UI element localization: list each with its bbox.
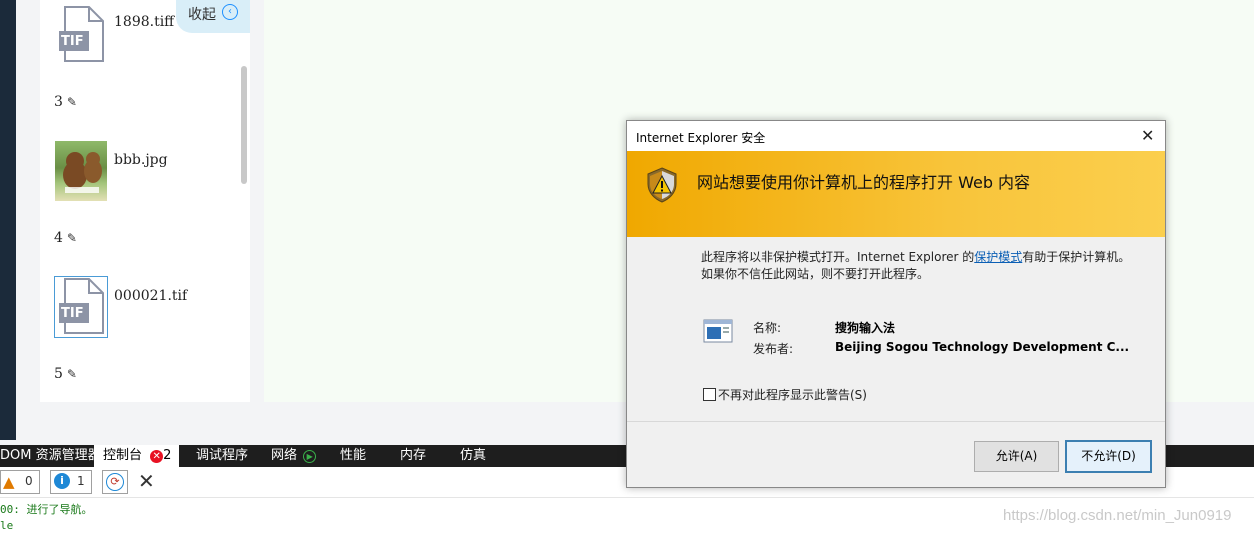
close-icon[interactable]: ✕ <box>1141 126 1154 145</box>
console-log-line: le <box>0 519 14 532</box>
item-number-text: 4 <box>54 230 63 246</box>
collapse-button[interactable]: 收起 ‹ <box>176 0 250 33</box>
tab-network[interactable]: 网络 ▶ <box>271 445 317 467</box>
dialog-warning-banner: 网站想要使用你计算机上的程序打开 Web 内容 <box>627 151 1165 237</box>
publisher-value: Beijing Sogou Technology Development C..… <box>835 340 1130 354</box>
item-number-text: 3 <box>54 94 63 110</box>
ie-security-dialog: Internet Explorer 安全 ✕ 网站想要使用你计算机上的程序打开 … <box>626 120 1166 488</box>
toolbar-separator <box>0 497 1254 498</box>
tab-console-label: 控制台 <box>103 448 143 463</box>
program-name-value: 搜狗输入法 <box>835 321 896 335</box>
error-icon: ✕ <box>150 450 164 463</box>
info-filter-button[interactable]: i 1 <box>50 470 92 494</box>
dont-show-again-label[interactable]: 不再对此程序显示此警告(S) <box>718 386 867 403</box>
item-number: 3 ✎ <box>54 94 77 110</box>
program-name-label: 名称: <box>753 321 782 335</box>
allow-button[interactable]: 允许(A) <box>974 441 1059 472</box>
pencil-icon[interactable]: ✎ <box>67 95 77 109</box>
item-number-text: 5 <box>54 366 63 382</box>
file-name[interactable]: 000021.tif <box>114 288 187 304</box>
file-list-scrollbar[interactable] <box>241 66 247 184</box>
pencil-icon[interactable]: ✎ <box>67 231 77 245</box>
file-icon-tif-selected[interactable]: TIF <box>54 276 108 338</box>
tif-badge-label: TIF <box>61 34 84 49</box>
navigate-clear-icon: ⟳ <box>106 473 124 491</box>
dialog-separator <box>627 421 1165 422</box>
warning-count: 0 <box>25 474 33 488</box>
console-log-line: 00: 进行了导航。 <box>0 503 93 516</box>
file-name[interactable]: bbb.jpg <box>114 152 168 168</box>
file-name[interactable]: 1898.tiff <box>114 14 174 30</box>
image-thumbnail[interactable] <box>55 141 107 201</box>
tab-network-label: 网络 <box>271 448 298 463</box>
panel-divider <box>250 0 264 402</box>
file-icon-tif[interactable]: TIF <box>55 5 107 69</box>
bear-thumbnail-image <box>63 152 102 193</box>
description-line2: 如果你不信任此网站，则不要打开此程序。 <box>701 267 930 281</box>
security-shield-icon <box>647 167 677 203</box>
dialog-heading: 网站想要使用你计算机上的程序打开 Web 内容 <box>697 173 1031 192</box>
tif-badge-label: TIF <box>61 306 84 321</box>
dialog-title-bar: Internet Explorer 安全 ✕ <box>627 121 1165 151</box>
deny-button[interactable]: 不允许(D) <box>1065 440 1152 473</box>
description-line1-suffix: 有助于保护计算机。 <box>1022 250 1131 264</box>
left-dark-strip <box>0 0 16 440</box>
clear-console-icon[interactable]: ✕ <box>138 469 155 493</box>
pencil-icon[interactable]: ✎ <box>67 367 77 381</box>
publisher-label: 发布者: <box>753 342 794 356</box>
program-window-icon <box>703 319 733 343</box>
collapse-label: 收起 <box>188 7 216 23</box>
record-play-icon: ▶ <box>303 450 317 463</box>
dialog-title: Internet Explorer 安全 <box>636 131 766 145</box>
tab-memory[interactable]: 内存 <box>400 445 426 467</box>
tab-console[interactable]: 控制台 ✕ 2 <box>103 445 171 467</box>
warning-icon: ▲ <box>3 473 15 491</box>
chevron-left-circle-icon: ‹ <box>222 4 238 20</box>
item-number: 4 ✎ <box>54 230 77 246</box>
info-count: 1 <box>77 474 85 488</box>
description-line1-prefix: 此程序将以非保护模式打开。Internet Explorer 的 <box>701 250 975 264</box>
item-number: 5 ✎ <box>54 366 77 382</box>
clear-on-navigate-button[interactable]: ⟳ <box>102 470 128 494</box>
warnings-filter-button[interactable]: ▲ 0 <box>0 470 40 494</box>
info-icon: i <box>54 473 70 489</box>
dialog-description: 此程序将以非保护模式打开。Internet Explorer 的保护模式有助于保… <box>701 249 1130 283</box>
tab-debugger[interactable]: 调试程序 <box>196 445 248 467</box>
watermark: https://blog.csdn.net/min_Jun0919 <box>1003 507 1232 524</box>
protected-mode-link[interactable]: 保护模式 <box>974 250 1022 264</box>
tab-emulation[interactable]: 仿真 <box>460 445 486 467</box>
dont-show-again-checkbox[interactable] <box>703 388 716 401</box>
tab-performance[interactable]: 性能 <box>340 445 366 467</box>
console-error-count: 2 <box>163 448 172 463</box>
tab-dom-explorer[interactable]: DOM 资源管理器 <box>0 445 101 467</box>
